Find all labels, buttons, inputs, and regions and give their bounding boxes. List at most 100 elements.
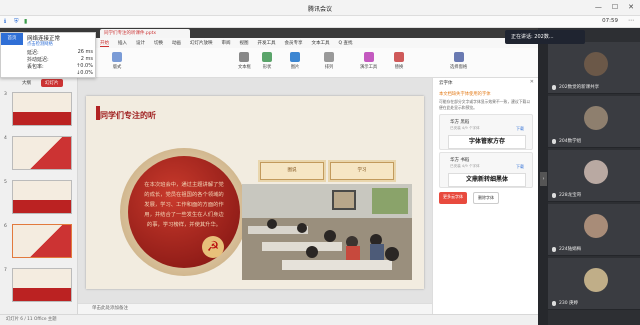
network-stat-row: 抖动延迟: 2 ms (27, 56, 93, 63)
font-sub: 已安装 4/9 个字体 (450, 126, 480, 130)
minimize-icon[interactable]: — (595, 3, 602, 11)
ribbon-button[interactable]: 形状 (262, 52, 272, 70)
plaque-left[interactable]: 图说 (260, 162, 324, 180)
ribbon-label: 形状 (262, 65, 272, 70)
ribbon-label: 替换 (394, 65, 404, 70)
ribbon-icon (239, 52, 250, 62)
participant-name-row: 224陆娟梅 (552, 246, 581, 252)
mic-icon (552, 192, 556, 198)
ribbon-button[interactable]: 版式 (112, 52, 122, 70)
meeting-toolbar: ℹ ⛨ ▮ 07:59 ⋯ (0, 16, 640, 28)
close-icon[interactable]: ✕ (628, 3, 634, 11)
download-link[interactable]: 下载 (516, 164, 524, 170)
slide-thumbnail[interactable] (12, 268, 72, 302)
ribbon-button[interactable]: 文本框 (238, 52, 251, 70)
slide-number: 6 (4, 224, 7, 229)
more-icon[interactable]: ⋯ (628, 17, 634, 24)
ribbon-icon (453, 52, 464, 62)
participant-name: 230 庚婷 (559, 301, 579, 306)
ribbon-icon (324, 52, 334, 62)
participant-tile[interactable]: 230 庚婷 (548, 258, 640, 310)
participant-tile[interactable]: 204数学组 (548, 96, 640, 148)
stat-label: 延迟: (27, 50, 39, 56)
tab-slides[interactable]: 幻灯片 (41, 79, 63, 87)
menu-item[interactable]: 审阅 (222, 40, 231, 46)
participant-tile[interactable]: 224陆娟梅 (548, 204, 640, 256)
meeting-time: 07:59 (602, 18, 618, 24)
avatar (584, 268, 608, 292)
slide-title[interactable]: 同学们专注的听 (100, 110, 156, 121)
slide-thumbnail[interactable] (12, 136, 72, 170)
more-fonts-button[interactable]: 更多云字体 (439, 192, 467, 204)
menu-item[interactable]: 插入 (118, 40, 127, 46)
slide-thumbnail-panel: 大纲 幻灯片 3 4 5 6 7 (0, 78, 78, 314)
classroom-photo[interactable] (242, 184, 412, 280)
menu-item[interactable]: 开始 (100, 40, 109, 47)
document-tab[interactable]: 同学们专注的听课件.pptx (100, 29, 190, 38)
avatar (584, 160, 608, 184)
circle-body-text[interactable]: 在本次班会中，通过主题讲解了党的成长，党员在祖国的各个领域的发展，学习、工作和面… (142, 180, 226, 230)
network-popup: 首页 网络连接正常 点击检测网络 延迟: 26 ms 抖动延迟: 2 ms 丢包率: ↑0… (0, 32, 96, 78)
tab-outline[interactable]: 大纲 (22, 80, 31, 86)
menu-item[interactable]: Q 查找 (339, 40, 353, 46)
stat-label: 抖动延迟: (27, 57, 49, 63)
mic-icon (552, 138, 556, 144)
font-sub: 已安装 4/9 个字体 (450, 164, 480, 168)
font-warning: 本文档缺失字体使用的字体 (439, 92, 491, 97)
participant-name-row: 228龙宝哥 (552, 192, 581, 198)
menu-item[interactable]: 动画 (172, 40, 181, 46)
ribbon-button[interactable]: 图片 (290, 52, 300, 70)
slide-number: 7 (4, 268, 7, 273)
font-card: 华方 书稻 已安装 4/9 个字体 下载文鼎新转细黑体 (439, 152, 533, 188)
maximize-icon[interactable]: ☐ (612, 3, 618, 11)
ribbon-label: 版式 (112, 65, 122, 70)
participant-name: 204数学组 (559, 139, 582, 144)
collapse-panel-icon[interactable]: › (540, 172, 547, 186)
slide-thumbnail[interactable] (12, 92, 72, 126)
shield-icon[interactable]: ⛨ (14, 18, 19, 26)
participant-tile[interactable]: 228龙宝哥 (548, 150, 640, 202)
menu-item[interactable]: 切换 (154, 40, 163, 46)
network-check-link[interactable]: 点击检测网络 (27, 41, 53, 47)
slide-thumbnail[interactable] (12, 180, 72, 214)
slide-number: 5 (4, 180, 7, 185)
ribbon-button[interactable]: 排列 (324, 52, 334, 70)
classroom-photo-drawing (242, 184, 412, 280)
menu-item[interactable]: 会员专享 (285, 40, 303, 46)
menu-item[interactable]: 视图 (240, 40, 249, 46)
menu-item[interactable]: 设计 (136, 40, 145, 46)
plaque-right[interactable]: 学习 (330, 162, 394, 180)
font-preview: 文鼎新转细黑体 (448, 173, 526, 187)
speaking-indicator: 正在讲话: 202数... (505, 30, 585, 44)
participant-name: 228龙宝哥 (559, 193, 582, 198)
mic-icon (552, 300, 556, 306)
menu-item[interactable]: 开发工具 (258, 40, 276, 46)
participant-tile[interactable]: 202数觉的新课共享 (548, 42, 640, 94)
home-tab[interactable]: 首页 (1, 33, 23, 45)
status-bar: 幻灯片 6 / 11 Office 主题 (0, 314, 538, 325)
ribbon-button[interactable]: 替换 (394, 52, 404, 70)
panel-close-icon[interactable]: ✕ (530, 79, 534, 85)
ribbon-label: 图片 (290, 65, 300, 70)
current-slide[interactable]: 同学们专注的听 在本次班会中，通过主题讲解了党的成长，党员在祖国的各个领域的发展… (86, 96, 424, 289)
menu-item[interactable]: 幻灯片放映 (190, 40, 213, 46)
download-link[interactable]: 下载 (516, 126, 524, 132)
menu-item[interactable]: 文本工具 (312, 40, 330, 46)
ribbon-button[interactable]: 演示工具 (360, 52, 377, 70)
font-description: 可能存在部分文字或字体显示效果不一致，建议下载以便在此处显示和预览。 (439, 99, 531, 110)
participant-name-row: 202数觉的新课共享 (552, 84, 599, 90)
stat-value: ↓0.0% (76, 70, 93, 76)
signal-icon[interactable]: ▮ (24, 18, 27, 25)
ribbon-icon (112, 52, 122, 62)
font-name: 华方 书稻 (450, 158, 470, 163)
stat-value: 26 ms (77, 49, 93, 55)
participant-name: 202数觉的新课共享 (559, 85, 600, 90)
stat-value: ↑0.0% (76, 63, 93, 69)
delete-font-button[interactable]: 删除字体 (473, 192, 499, 204)
network-stat-row: 延迟: 26 ms (27, 49, 93, 56)
slide-thumbnail[interactable] (12, 224, 72, 258)
ribbon-button[interactable]: 选择窗格 (450, 52, 467, 70)
ribbon-label: 演示工具 (360, 65, 378, 70)
network-stat-row: ↓0.0% (27, 70, 93, 76)
info-icon[interactable]: ℹ (4, 18, 6, 25)
